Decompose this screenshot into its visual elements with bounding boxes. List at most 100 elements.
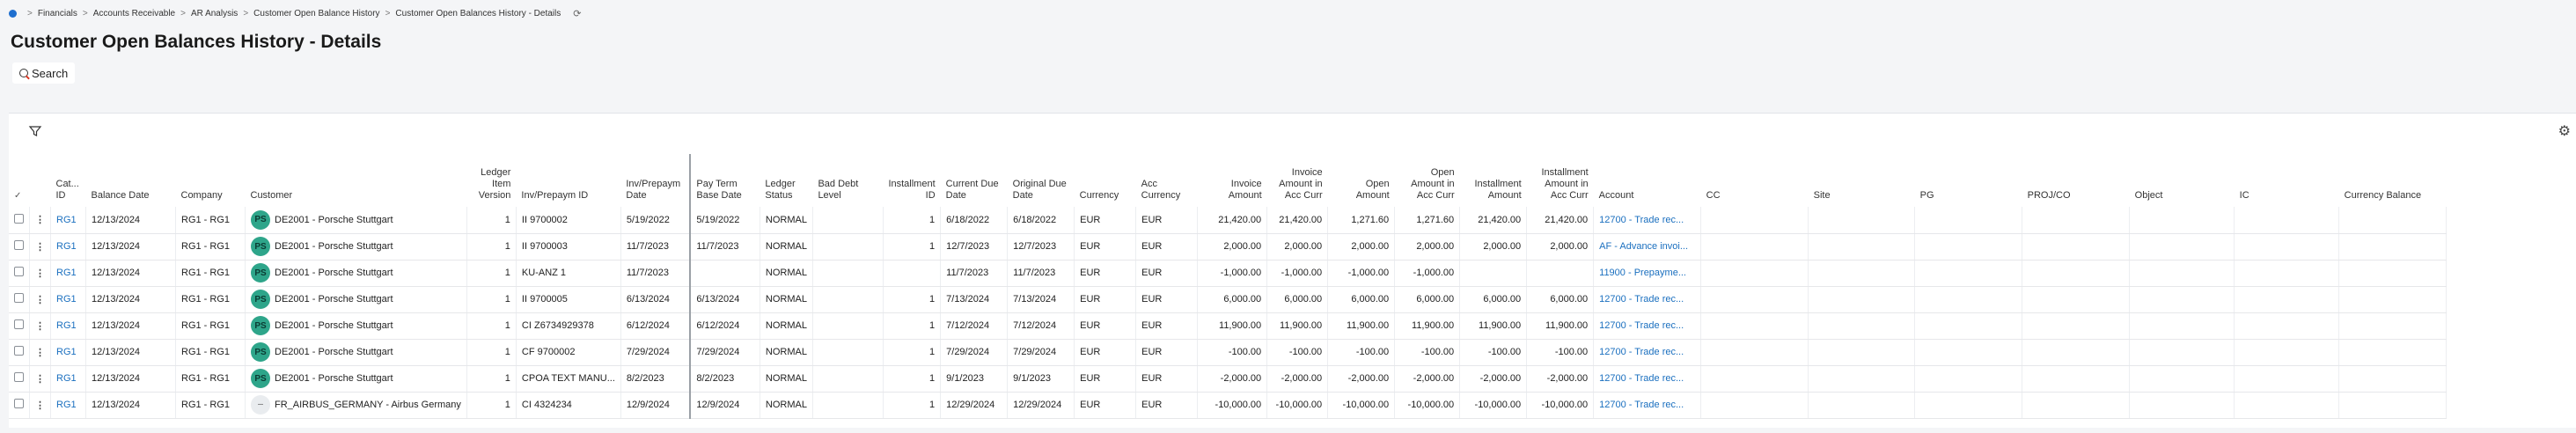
avatar: PS	[251, 290, 270, 309]
table-row[interactable]: ⋮ RG1 12/13/2024 RG1 - RG1— FR_AIRBUS_GERMAN…	[9, 392, 2448, 419]
row-checkbox[interactable]	[14, 319, 24, 329]
cell-account[interactable]: 12700 - Trade rec...	[1593, 392, 1702, 419]
cell-cat-id[interactable]: RG1	[50, 286, 86, 313]
more-options-icon[interactable]: ⋮	[35, 348, 45, 358]
cell-cc	[1700, 339, 1809, 366]
row-checkbox[interactable]	[14, 240, 24, 250]
refresh-icon[interactable]: ⟳	[573, 8, 581, 19]
column-header[interactable]: Currency	[1075, 154, 1136, 207]
column-header[interactable]: Installment ID	[883, 154, 940, 207]
column-header[interactable]: PG	[1915, 154, 2022, 207]
filter-icon[interactable]	[28, 124, 42, 138]
table-row[interactable]: ⋮ RG1 12/13/2024 RG1 - RG1 PS DE2001 - Porsch…	[9, 286, 2448, 313]
cell-account[interactable]: 11900 - Prepayme...	[1593, 260, 1702, 287]
cell-ic	[2234, 260, 2340, 287]
table-row[interactable]: ⋮ RG1 12/13/2024 RG1 - RG1 PS DE2001 - Porsch…	[9, 365, 2448, 393]
column-header[interactable]: Inv/Prepaym ID	[516, 154, 620, 207]
cell-installment-id: 1	[883, 392, 942, 419]
cell-account[interactable]: 12700 - Trade rec...	[1593, 365, 1702, 393]
more-options-icon[interactable]: ⋮	[35, 400, 45, 411]
column-header[interactable]: PROJ/CO	[2022, 154, 2130, 207]
more-options-icon[interactable]: ⋮	[35, 374, 45, 385]
cell-invoice-amount-acc: 2,000.00	[1266, 233, 1329, 261]
cell-cat-id[interactable]: RG1	[50, 365, 86, 393]
cell-acc-currency: EUR	[1135, 339, 1199, 366]
more-options-icon[interactable]: ⋮	[35, 215, 45, 225]
cell-installment-amount	[1459, 260, 1528, 287]
cell-cat-id[interactable]: RG1	[50, 207, 86, 234]
column-header[interactable]: Currency Balance	[2339, 154, 2447, 207]
column-header[interactable]: Account	[1594, 154, 1701, 207]
search-button[interactable]: Search	[12, 62, 76, 84]
row-checkbox[interactable]	[14, 213, 24, 224]
cell-account[interactable]: 12700 - Trade rec...	[1593, 286, 1702, 313]
column-header[interactable]: CC	[1701, 154, 1809, 207]
column-header[interactable]: Customer	[246, 154, 467, 207]
table-row[interactable]: ⋮ RG1 12/13/2024 RG1 - RG1 PS DE2001 - Porsch…	[9, 339, 2448, 366]
cell-cat-id[interactable]: RG1	[50, 312, 86, 340]
row-checkbox[interactable]	[14, 399, 24, 408]
cell-installment-id: 1	[883, 365, 942, 393]
column-header[interactable]: Open Amount in Acc Curr	[1395, 154, 1460, 207]
cell-inv-date: 7/29/2024	[620, 339, 691, 366]
table-row[interactable]: ⋮ RG1 12/13/2024 RG1 - RG1 PS DE2001 - Porsch…	[9, 233, 2448, 261]
table-row[interactable]: ⋮ RG1 12/13/2024 RG1 - RG1 PS DE2001 - Porsch…	[9, 260, 2448, 287]
cell-cat-id[interactable]: RG1	[50, 260, 86, 287]
cell-account[interactable]: 12700 - Trade rec...	[1593, 312, 1702, 340]
column-header[interactable]: Invoice Amount	[1198, 154, 1267, 207]
cell-inv-id: II 9700005	[516, 286, 621, 313]
cell-inv-date: 12/9/2024	[620, 392, 691, 419]
column-header[interactable]: Cat... ID	[51, 154, 86, 207]
cell-open-amount: -2,000.00	[1327, 365, 1396, 393]
cell-account[interactable]: AF - Advance invoi...	[1593, 233, 1702, 261]
cell-account[interactable]: 12700 - Trade rec...	[1593, 207, 1702, 234]
row-checkbox[interactable]	[14, 372, 24, 382]
column-header[interactable]: Balance Date	[86, 154, 176, 207]
cell-currency: EUR	[1074, 365, 1137, 393]
column-header[interactable]: Bad Debt Level	[812, 154, 883, 207]
column-header[interactable]: Site	[1809, 154, 1915, 207]
gear-icon[interactable]: ⚙	[2558, 122, 2571, 140]
row-checkbox[interactable]	[14, 293, 24, 303]
more-options-icon[interactable]: ⋮	[35, 295, 45, 305]
cell-pay-term-base	[689, 260, 760, 287]
column-header[interactable]: IC	[2235, 154, 2339, 207]
column-header[interactable]: Current Due Date	[941, 154, 1008, 207]
breadcrumb-item-customer-open-balance-history[interactable]: Customer Open Balance History	[253, 9, 379, 18]
select-all-checkbox[interactable]: ✓	[9, 154, 30, 207]
column-header[interactable]: Ledger Item Version	[466, 154, 516, 207]
cell-cat-id[interactable]: RG1	[50, 339, 86, 366]
column-header[interactable]: Installment Amount	[1460, 154, 1527, 207]
home-icon[interactable]	[9, 9, 17, 18]
column-header[interactable]: Object	[2130, 154, 2235, 207]
cell-cat-id[interactable]: RG1	[50, 392, 86, 419]
column-header[interactable]: Ledger Status	[760, 154, 812, 207]
column-header[interactable]: Pay Term Base Date	[689, 154, 760, 207]
column-header[interactable]: Invoice Amount in Acc Curr	[1267, 154, 1328, 207]
cell-balance-date: 12/13/2024	[85, 392, 176, 419]
more-options-icon[interactable]: ⋮	[35, 242, 45, 253]
more-options-icon[interactable]: ⋮	[35, 321, 45, 332]
column-header[interactable]: Inv/Prepaym Date	[620, 154, 690, 207]
table-row[interactable]: ⋮ RG1 12/13/2024 RG1 - RG1 PS DE2001 - Porsch…	[9, 312, 2448, 340]
cell-ledger-item-version: 1	[466, 392, 517, 419]
cell-pg	[1914, 339, 2023, 366]
cell-installment-amount: 21,420.00	[1459, 207, 1528, 234]
cell-currency: EUR	[1074, 392, 1137, 419]
table-row[interactable]: ⋮ RG1 12/13/2024 RG1 - RG1 PS DE2001 - Porsch…	[9, 207, 2448, 234]
cell-cat-id[interactable]: RG1	[50, 233, 86, 261]
more-options-icon[interactable]: ⋮	[35, 268, 45, 279]
column-header[interactable]: Original Due Date	[1008, 154, 1075, 207]
cell-account[interactable]: 12700 - Trade rec...	[1593, 339, 1702, 366]
breadcrumb-item-financials[interactable]: Financials	[38, 9, 77, 18]
column-header[interactable]: Installment Amount in Acc Curr	[1527, 154, 1594, 207]
cell-open-amount-acc: 6,000.00	[1394, 286, 1461, 313]
column-header[interactable]: Acc Currency	[1136, 154, 1198, 207]
row-checkbox[interactable]	[14, 346, 24, 356]
breadcrumb-item-ar-analysis[interactable]: AR Analysis	[191, 9, 238, 18]
column-header[interactable]: Company	[176, 154, 246, 207]
breadcrumb-item-accounts-receivable[interactable]: Accounts Receivable	[93, 9, 175, 18]
column-header[interactable]: Open Amount	[1328, 154, 1395, 207]
row-checkbox[interactable]	[14, 267, 24, 276]
cell-current-due: 11/7/2023	[940, 260, 1009, 287]
